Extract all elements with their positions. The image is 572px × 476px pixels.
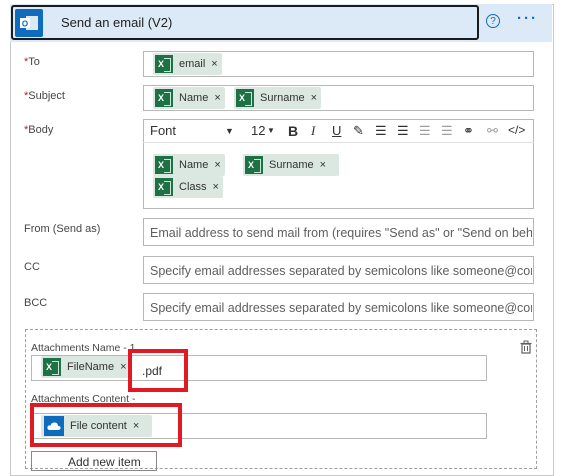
delete-item-icon[interactable] [519, 340, 533, 354]
highlight-box-pdf [128, 349, 188, 392]
size-chevron-icon[interactable]: ▼ [267, 126, 275, 135]
cc-field[interactable]: Specify email addresses separated by sem… [143, 256, 534, 284]
code-view-icon[interactable]: </> [508, 123, 525, 137]
underline-button[interactable]: U [332, 123, 341, 138]
font-size-dropdown[interactable]: 12 [251, 123, 265, 138]
remove-token-icon[interactable]: × [120, 361, 126, 373]
subject-token-name: X Name × [153, 87, 225, 109]
remove-token-icon[interactable]: × [211, 58, 217, 70]
excel-icon: X [155, 156, 173, 174]
help-icon[interactable]: ? [486, 14, 500, 28]
link-icon[interactable]: ⚭ [463, 123, 474, 139]
bcc-placeholder: Specify email addresses separated by sem… [150, 301, 532, 315]
more-options-icon[interactable]: ··· [517, 10, 538, 27]
subject-label: *Subject [24, 90, 65, 102]
excel-icon: X [155, 55, 173, 73]
subject-token-surname: X Surname × [234, 87, 322, 109]
highlight-pen-icon[interactable]: ✎ [353, 123, 364, 139]
excel-icon: X [43, 358, 61, 376]
bold-button[interactable]: B [288, 123, 298, 139]
indent-icon[interactable]: ☰ [441, 123, 453, 139]
from-field[interactable]: Email address to send mail from (require… [143, 218, 534, 246]
font-dropdown[interactable]: Font [150, 123, 176, 138]
body-token-surname: X Surname × [243, 154, 339, 176]
highlight-box-file-content [30, 403, 182, 447]
body-label: *Body [24, 124, 54, 136]
action-title: Send an email (V2) [61, 15, 173, 30]
font-chevron-icon[interactable]: ▼ [225, 126, 234, 136]
numbered-list-icon[interactable]: ☰ [397, 123, 409, 139]
from-placeholder: Email address to send mail from (require… [150, 226, 532, 240]
excel-icon: X [155, 178, 173, 196]
remove-token-icon[interactable]: × [214, 92, 220, 104]
bcc-label: BCC [24, 297, 48, 309]
remove-token-icon[interactable]: × [311, 92, 317, 104]
body-toolbar: Font ▼ 12 ▼ B I U ✎ ☰ ☰ ☰ ☰ ⚭ ⚯ </> [143, 120, 534, 143]
bcc-field[interactable]: Specify email addresses separated by sem… [143, 293, 534, 321]
add-new-item-button[interactable]: Add new item [31, 451, 157, 471]
body-token-class: X Class × [153, 176, 223, 198]
cc-label: CC [24, 261, 40, 273]
remove-token-icon[interactable]: × [213, 181, 219, 193]
attachments-name-label: Attachments Name - 1 [31, 342, 136, 354]
cc-placeholder: Specify email addresses separated by sem… [150, 264, 532, 278]
svg-text:O: O [22, 20, 28, 29]
remove-token-icon[interactable]: × [214, 159, 220, 171]
from-label: From (Send as) [24, 223, 101, 235]
excel-icon: X [236, 89, 254, 107]
unlink-icon[interactable]: ⚯ [487, 123, 498, 139]
to-label: *To [24, 56, 40, 68]
remove-token-icon[interactable]: × [320, 159, 326, 171]
outdent-icon[interactable]: ☰ [419, 123, 431, 139]
italic-button[interactable]: I [311, 123, 315, 139]
to-token-email: X email × [153, 53, 222, 75]
attachment-token-filename: X FileName × [41, 356, 131, 378]
excel-icon: X [155, 89, 173, 107]
bullet-list-icon[interactable]: ☰ [375, 123, 387, 139]
body-token-name: X Name × [153, 154, 225, 176]
excel-icon: X [245, 156, 263, 174]
outlook-icon: O [15, 9, 43, 37]
